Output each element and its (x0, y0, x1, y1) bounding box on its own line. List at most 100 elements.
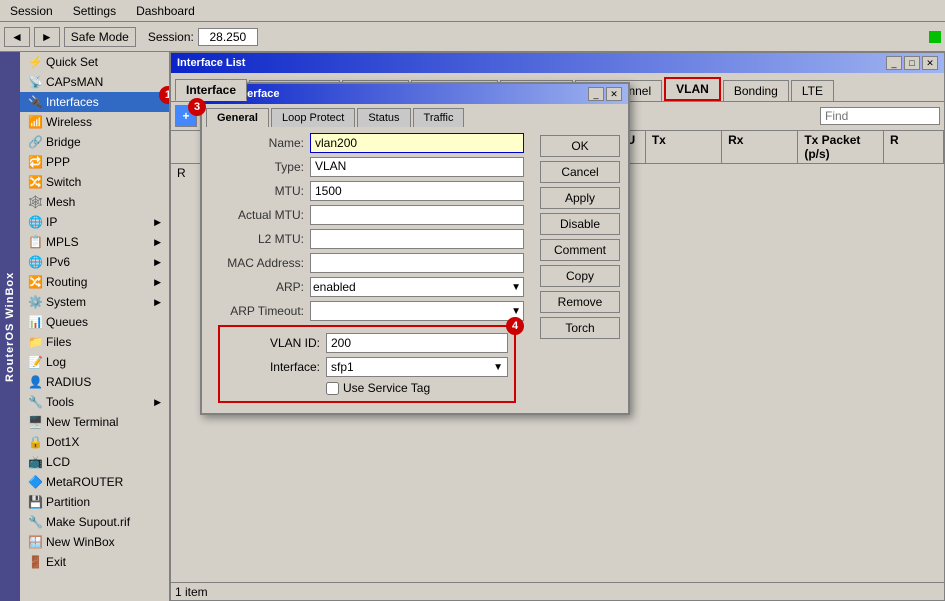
sidebar-item-dot1x[interactable]: 🔒 Dot1X (20, 432, 169, 452)
sidebar-item-ip[interactable]: 🌐 IP ▶ (20, 212, 169, 232)
sidebar-item-label: Make Supout.rif (46, 515, 130, 529)
toolbar: ◄ ► Safe Mode Session: 28.250 (0, 22, 945, 52)
disable-button[interactable]: Disable (540, 213, 620, 235)
vlan-id-input[interactable] (326, 333, 508, 353)
sidebar-item-bridge[interactable]: 🔗 Bridge (20, 132, 169, 152)
routing-icon: 🔀 (28, 275, 42, 289)
arrow-icon: ▶ (154, 397, 161, 408)
sidebar-item-label: IPv6 (46, 255, 70, 269)
metarouter-icon: 🔷 (28, 475, 42, 489)
sidebar-item-interfaces[interactable]: 🔌 Interfaces 1 (20, 92, 169, 112)
lcd-icon: 📺 (28, 455, 42, 469)
mtu-label: MTU: (210, 184, 310, 198)
cancel-button[interactable]: Cancel (540, 161, 620, 183)
th-r: R (884, 131, 944, 163)
maximize-button[interactable]: □ (904, 56, 920, 70)
tab-lte[interactable]: LTE (791, 80, 834, 101)
sidebar-item-switch[interactable]: 🔀 Switch (20, 172, 169, 192)
ok-button[interactable]: OK (540, 135, 620, 157)
mtu-row: MTU: (210, 181, 524, 201)
arp-timeout-select[interactable]: ▼ (310, 301, 524, 321)
winbox-label: RouterOS WinBox (0, 52, 20, 601)
remove-button[interactable]: Remove (540, 291, 620, 313)
find-input[interactable] (820, 107, 940, 125)
name-row: Name: (210, 133, 524, 153)
sidebar-item-tools[interactable]: 🔧 Tools ▶ (20, 392, 169, 412)
back-button[interactable]: ◄ (4, 27, 30, 47)
bridge-icon: 🔗 (28, 135, 42, 149)
apply-button[interactable]: Apply (540, 187, 620, 209)
interface-value: sfp1 (331, 360, 354, 374)
sidebar-item-label: Tools (46, 395, 74, 409)
session-label: Session: (148, 30, 194, 44)
sidebar-item-label: RADIUS (46, 375, 91, 389)
tab-vlan[interactable]: VLAN (664, 77, 721, 101)
close-button[interactable]: ✕ (922, 56, 938, 70)
sidebar-item-queues[interactable]: 📊 Queues (20, 312, 169, 332)
sidebar-item-metarouter[interactable]: 🔷 MetaROUTER (20, 472, 169, 492)
mac-label: MAC Address: (210, 256, 310, 270)
menu-settings[interactable]: Settings (67, 2, 122, 20)
modal-tab-loopprotect[interactable]: Loop Protect (271, 108, 355, 127)
log-icon: 📝 (28, 355, 42, 369)
modal-tab-general[interactable]: General (206, 108, 269, 127)
sidebar-item-lcd[interactable]: 📺 LCD (20, 452, 169, 472)
sidebar-item-exit[interactable]: 🚪 Exit (20, 552, 169, 572)
modal-form: Name: Type: VLAN MTU: (202, 127, 532, 413)
arp-select[interactable]: enabled ▼ (310, 277, 524, 297)
copy-button[interactable]: Copy (540, 265, 620, 287)
safemode-button[interactable]: Safe Mode (64, 27, 136, 47)
sidebar-item-label: Log (46, 355, 66, 369)
sidebar-item-capsman[interactable]: 📡 CAPsMAN (20, 72, 169, 92)
system-icon: ⚙️ (28, 295, 42, 309)
sidebar-item-system[interactable]: ⚙️ System ▶ (20, 292, 169, 312)
actual-mtu-input[interactable] (310, 205, 524, 225)
interface-select[interactable]: sfp1 ▼ (326, 357, 508, 377)
modal-minimize-button[interactable]: _ (588, 87, 604, 101)
quickset-icon: ⚡ (28, 55, 42, 69)
mesh-icon: 🕸️ (28, 195, 42, 209)
sidebar-item-partition[interactable]: 💾 Partition (20, 492, 169, 512)
mac-input[interactable] (310, 253, 524, 273)
sidebar-item-log[interactable]: 📝 Log (20, 352, 169, 372)
menu-dashboard[interactable]: Dashboard (130, 2, 201, 20)
row-flag: R (175, 166, 188, 180)
badge-4: 4 (506, 317, 524, 335)
interfaces-icon: 🔌 (28, 95, 42, 109)
mtu-input[interactable] (310, 181, 524, 201)
type-value: VLAN (310, 157, 524, 177)
tab-bonding[interactable]: Bonding (723, 80, 789, 101)
sidebar-item-ipv6[interactable]: 🌐 IPv6 ▶ (20, 252, 169, 272)
sidebar-item-makesupout[interactable]: 🔧 Make Supout.rif (20, 512, 169, 532)
sidebar-item-label: Files (46, 335, 71, 349)
switch-icon: 🔀 (28, 175, 42, 189)
sidebar-item-ppp[interactable]: 🔁 PPP (20, 152, 169, 172)
use-service-tag-checkbox[interactable] (326, 382, 339, 395)
minimize-button[interactable]: _ (886, 56, 902, 70)
sidebar-item-radius[interactable]: 👤 RADIUS (20, 372, 169, 392)
tab-interface[interactable]: Interface (175, 79, 247, 101)
sidebar-item-mpls[interactable]: 📋 MPLS ▶ (20, 232, 169, 252)
menu-session[interactable]: Session (4, 2, 59, 20)
sidebar-item-quickset[interactable]: ⚡ Quick Set (20, 52, 169, 72)
add-button[interactable]: + 3 (175, 105, 197, 127)
comment-button[interactable]: Comment (540, 239, 620, 261)
l2mtu-input[interactable] (310, 229, 524, 249)
forward-button[interactable]: ► (34, 27, 60, 47)
modal-tab-traffic[interactable]: Traffic (413, 108, 465, 127)
torch-button[interactable]: Torch (540, 317, 620, 339)
sidebar-item-files[interactable]: 📁 Files (20, 332, 169, 352)
sidebar-item-mesh[interactable]: 🕸️ Mesh (20, 192, 169, 212)
sidebar-item-newwinbox[interactable]: 🪟 New WinBox (20, 532, 169, 552)
sidebar-item-newterminal[interactable]: 🖥️ New Terminal (20, 412, 169, 432)
sidebar-item-label: Exit (46, 555, 66, 569)
sidebar-item-label: MetaROUTER (46, 475, 123, 489)
sidebar-item-label: Queues (46, 315, 88, 329)
sidebar-item-wireless[interactable]: 📶 Wireless (20, 112, 169, 132)
modal-tab-status[interactable]: Status (357, 108, 410, 127)
status-text: 1 item (175, 585, 208, 599)
name-input[interactable] (310, 133, 524, 153)
modal-close-button[interactable]: ✕ (606, 87, 622, 101)
sidebar-item-routing[interactable]: 🔀 Routing ▶ (20, 272, 169, 292)
sidebar-item-label: Mesh (46, 195, 75, 209)
